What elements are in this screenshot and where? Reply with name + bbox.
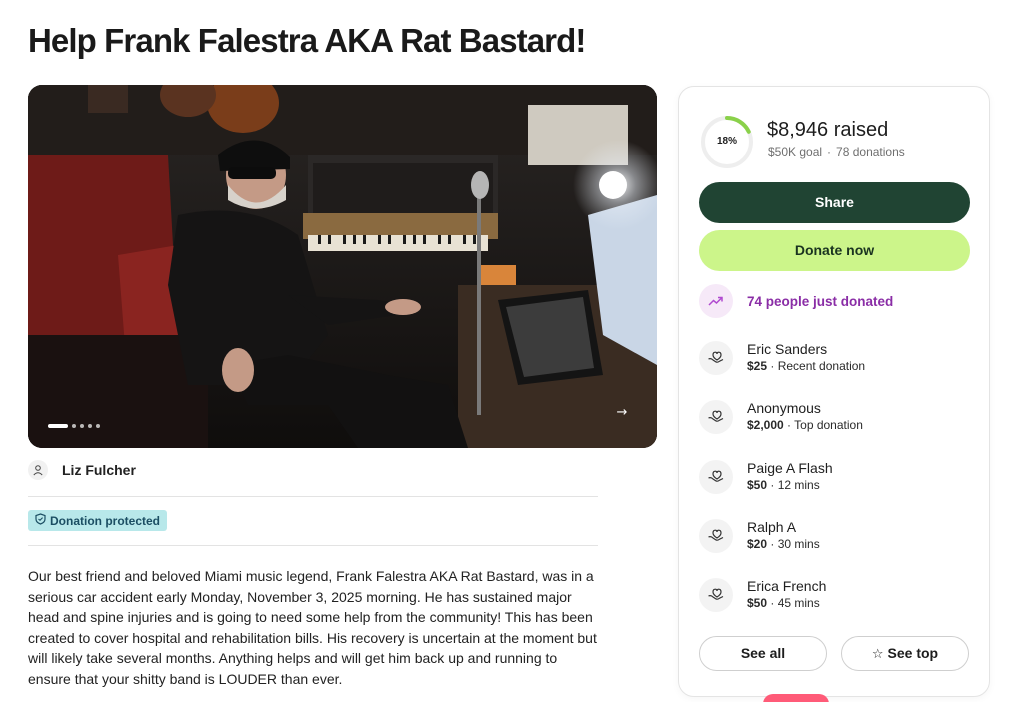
donor-name: Anonymous bbox=[747, 400, 821, 416]
donation-item: Erica French $50 · 45 mins bbox=[699, 578, 826, 612]
donor-name: Paige A Flash bbox=[747, 460, 833, 476]
divider bbox=[28, 545, 598, 546]
separator: · bbox=[827, 145, 832, 159]
donor-name: Eric Sanders bbox=[747, 341, 828, 357]
see-all-button[interactable]: See all bbox=[699, 636, 827, 671]
carousel-dots[interactable] bbox=[48, 424, 100, 428]
donation-detail: · Top donation bbox=[783, 418, 863, 432]
donation-protected-badge[interactable]: Donation protected bbox=[28, 510, 167, 531]
donation-meta: $50 · 45 mins bbox=[747, 595, 826, 612]
donation-meta: $50 · 12 mins bbox=[747, 477, 833, 494]
donation-detail: · 30 mins bbox=[767, 537, 820, 551]
recent-activity: 74 people just donated bbox=[699, 284, 893, 318]
donation-detail: · 45 mins bbox=[767, 596, 820, 610]
person-icon bbox=[28, 460, 48, 480]
carousel-dot[interactable] bbox=[72, 424, 76, 428]
carousel-dot[interactable] bbox=[96, 424, 100, 428]
donation-count: 78 donations bbox=[836, 145, 905, 159]
heart-hand-icon bbox=[699, 341, 733, 375]
donation-meta: $25 · Recent donation bbox=[747, 358, 865, 375]
trending-up-icon bbox=[699, 284, 733, 318]
carousel-dot[interactable] bbox=[80, 424, 84, 428]
carousel-dot-active[interactable] bbox=[48, 424, 68, 428]
divider bbox=[28, 496, 598, 497]
donate-now-button[interactable]: Donate now bbox=[699, 230, 970, 271]
hero-image-carousel[interactable]: → bbox=[28, 85, 657, 448]
donation-amount: $20 bbox=[747, 537, 768, 551]
donation-item: Ralph A $20 · 30 mins bbox=[699, 519, 820, 553]
progress-percent: 18% bbox=[716, 136, 737, 147]
donation-meta: $20 · 30 mins bbox=[747, 536, 820, 553]
donation-info: Paige A Flash $50 · 12 mins bbox=[747, 460, 833, 494]
donation-info: Anonymous $2,000 · Top donation bbox=[747, 400, 863, 434]
donation-item: Anonymous $2,000 · Top donation bbox=[699, 400, 863, 434]
floating-button-edge[interactable] bbox=[763, 694, 829, 702]
donation-info: Erica French $50 · 45 mins bbox=[747, 578, 826, 612]
goal-amount: $50K goal bbox=[768, 145, 823, 159]
carousel-dot[interactable] bbox=[88, 424, 92, 428]
heart-hand-icon bbox=[699, 578, 733, 612]
hero-photo bbox=[28, 85, 657, 448]
story-text: Our best friend and beloved Miami music … bbox=[28, 568, 597, 687]
donation-info: Eric Sanders $25 · Recent donation bbox=[747, 341, 865, 375]
donation-detail: · 12 mins bbox=[767, 478, 820, 492]
badge-label: Donation protected bbox=[50, 513, 160, 528]
star-icon: ☆ bbox=[871, 647, 884, 662]
organizer-name[interactable]: Liz Fulcher bbox=[62, 462, 136, 478]
share-button[interactable]: Share bbox=[699, 182, 970, 223]
goal-line: $50K goal · 78 donations bbox=[768, 145, 905, 159]
heart-hand-icon bbox=[699, 519, 733, 553]
donation-amount: $25 bbox=[747, 359, 768, 373]
donor-name: Erica French bbox=[747, 578, 827, 594]
heart-hand-icon bbox=[699, 400, 733, 434]
arrow-right-icon[interactable]: → bbox=[611, 402, 633, 424]
donation-info: Ralph A $20 · 30 mins bbox=[747, 519, 820, 553]
donation-meta: $2,000 · Top donation bbox=[747, 417, 863, 434]
donation-detail: · Recent donation bbox=[767, 359, 866, 373]
shield-icon bbox=[35, 513, 46, 528]
donation-item: Paige A Flash $50 · 12 mins bbox=[699, 460, 833, 494]
organizer[interactable]: Liz Fulcher bbox=[28, 460, 136, 480]
donor-name: Ralph A bbox=[747, 519, 797, 535]
donation-amount: $50 bbox=[747, 478, 768, 492]
donation-amount: $50 bbox=[747, 596, 768, 610]
donation-card: 18% $8,946 raised $50K goal · 78 donations… bbox=[678, 86, 990, 697]
heart-hand-icon bbox=[699, 460, 733, 494]
see-top-label: See top bbox=[887, 645, 939, 661]
amount-raised: $8,946 raised bbox=[767, 119, 889, 141]
donation-item: Eric Sanders $25 · Recent donation bbox=[699, 341, 865, 375]
see-top-button[interactable]: ☆ See top bbox=[841, 636, 969, 671]
page-title: Help Frank Falestra AKA Rat Bastard! bbox=[28, 22, 586, 59]
recent-activity-text: 74 people just donated bbox=[747, 293, 894, 309]
donation-amount: $2,000 bbox=[747, 418, 784, 432]
